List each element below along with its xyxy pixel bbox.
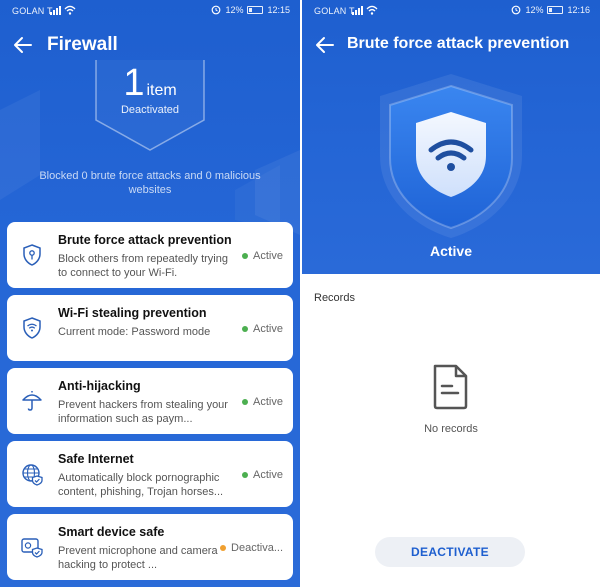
- battery-percent: 12%: [225, 5, 244, 15]
- status-dot: [242, 326, 249, 332]
- page-title: Brute force attack prevention: [347, 35, 570, 52]
- card-subtitle: Automatically block pornographic content…: [58, 472, 224, 498]
- card-smart-device-safe[interactable]: Smart device safe Prevent microphone and…: [7, 514, 293, 580]
- deactivate-button[interactable]: DEACTIVATE: [375, 537, 525, 567]
- status-indicator: Active: [242, 469, 283, 481]
- status-label: Active: [253, 469, 283, 481]
- status-dot: [242, 253, 249, 259]
- card-title: Smart device safe: [58, 525, 165, 539]
- card-title: Anti-hijacking: [58, 379, 141, 393]
- wifi-shield-icon: [23, 317, 41, 339]
- hero-banner: GOLAN T 12% 12:16 Brute force attack pre…: [302, 0, 600, 274]
- umbrella-icon: [22, 391, 42, 411]
- clock: 12:15: [267, 5, 290, 15]
- alarm-icon: [212, 5, 221, 15]
- card-title: Brute force attack prevention: [58, 233, 232, 247]
- status-label: Active: [253, 396, 283, 408]
- wifi-shield-icon: [380, 74, 522, 238]
- card-wifi-stealing[interactable]: Wi-Fi stealing prevention Current mode: …: [7, 295, 293, 361]
- globe-shield-icon: [22, 464, 43, 486]
- status-indicator: Deactiva...: [220, 542, 283, 554]
- signal-icon: [352, 5, 378, 15]
- status-dot: [242, 472, 249, 478]
- status-right: 12% 12:15: [211, 5, 290, 15]
- carrier-name: GOLAN T: [314, 6, 355, 16]
- status-dot: [242, 399, 249, 405]
- count-label: Deactivated: [120, 104, 180, 116]
- deactivated-count: 1: [123, 62, 145, 104]
- brute-force-detail-screen: GOLAN T 12% 12:16 Brute force attack pre…: [302, 0, 600, 587]
- card-subtitle: Current mode: Password mode: [58, 326, 211, 338]
- battery-icon: [247, 6, 264, 14]
- firewall-screen: GOLAN T 12% 12:15 Firewall 1 item Deactiv…: [0, 0, 300, 587]
- status-indicator: Active: [242, 396, 283, 408]
- card-subtitle: Block others from repeatedly trying to c…: [58, 253, 228, 279]
- card-title: Wi-Fi stealing prevention: [58, 306, 207, 320]
- alarm-icon: [512, 5, 521, 15]
- status-dot: [220, 545, 227, 551]
- card-safe-internet[interactable]: Safe Internet Automatically block pornog…: [7, 441, 293, 507]
- status-label: Deactiva...: [231, 542, 283, 554]
- card-title: Safe Internet: [58, 452, 134, 466]
- records-heading: Records: [314, 292, 355, 304]
- clock: 12:16: [567, 5, 590, 15]
- count-display: 1 item: [90, 62, 210, 105]
- back-arrow-icon[interactable]: [314, 34, 336, 56]
- block-summary: Blocked 0 brute force attacks and 0 mali…: [39, 170, 261, 196]
- status-indicator: Active: [242, 250, 283, 262]
- status-indicator: Active: [242, 323, 283, 335]
- empty-state-text: No records: [424, 423, 478, 435]
- status-label: Active: [253, 250, 283, 262]
- card-anti-hijacking[interactable]: Anti-hijacking Prevent hackers from stea…: [7, 368, 293, 434]
- deactivated-count-badge: 1 item Deactivated: [90, 60, 210, 158]
- status-right: 12% 12:16: [511, 5, 590, 15]
- battery-percent: 12%: [525, 5, 544, 15]
- lock-shield-icon: [23, 244, 41, 266]
- card-subtitle: Prevent microphone and camera hacking to…: [58, 545, 218, 571]
- card-subtitle: Prevent hackers from stealing your infor…: [58, 399, 228, 425]
- carrier-name: GOLAN T: [12, 6, 53, 16]
- signal-icon: [50, 5, 76, 15]
- document-icon: [433, 364, 468, 410]
- header: Brute force attack prevention: [302, 30, 600, 60]
- back-arrow-icon[interactable]: [12, 34, 34, 56]
- protection-state: Active: [429, 243, 473, 259]
- count-unit: item: [146, 82, 177, 99]
- status-bar: GOLAN T 12% 12:15: [0, 0, 300, 22]
- header: Firewall: [0, 30, 300, 60]
- battery-icon: [547, 6, 564, 14]
- camera-shield-icon: [21, 538, 43, 558]
- status-bar: GOLAN T 12% 12:16: [302, 0, 600, 22]
- page-title: Firewall: [47, 34, 118, 55]
- status-label: Active: [253, 323, 283, 335]
- card-brute-force[interactable]: Brute force attack prevention Block othe…: [7, 222, 293, 288]
